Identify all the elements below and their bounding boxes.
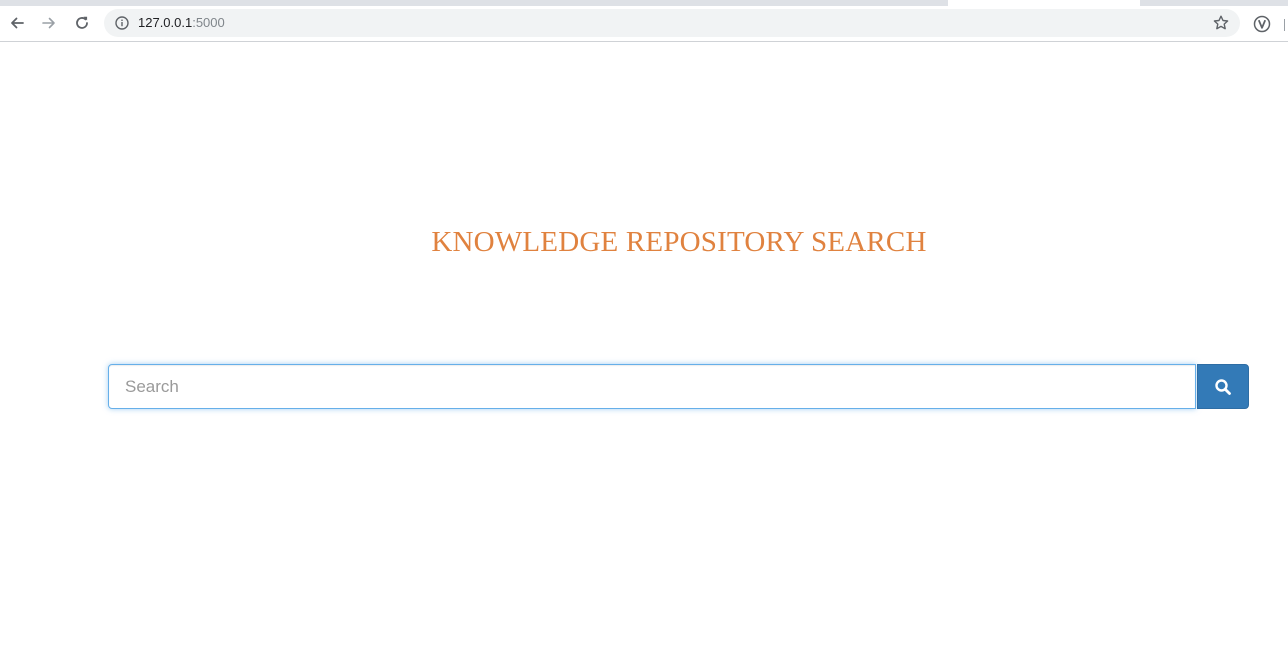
page-title: KNOWLEDGE REPOSITORY SEARCH xyxy=(431,226,927,258)
star-icon[interactable] xyxy=(1212,14,1230,32)
menu-button-edge[interactable] xyxy=(1284,19,1288,31)
forward-button[interactable] xyxy=(36,10,62,36)
arrow-right-icon xyxy=(42,17,55,29)
search-group xyxy=(108,364,1250,409)
reload-icon xyxy=(76,16,88,29)
browser-toolbar: 127.0.0.1:5000 xyxy=(0,6,1288,42)
address-bar[interactable]: 127.0.0.1:5000 xyxy=(104,9,1240,37)
reload-button[interactable] xyxy=(69,10,95,36)
v-extension-icon[interactable] xyxy=(1253,15,1271,33)
search-icon xyxy=(1215,378,1231,395)
url-host: 127.0.0.1 xyxy=(138,15,193,30)
arrow-left-icon xyxy=(11,17,24,29)
info-icon[interactable] xyxy=(114,15,130,31)
search-button[interactable] xyxy=(1197,364,1249,409)
back-button[interactable] xyxy=(4,10,30,36)
search-input[interactable] xyxy=(108,364,1196,409)
url-port: :5000 xyxy=(192,15,225,30)
url-text[interactable]: 127.0.0.1:5000 xyxy=(138,15,225,31)
